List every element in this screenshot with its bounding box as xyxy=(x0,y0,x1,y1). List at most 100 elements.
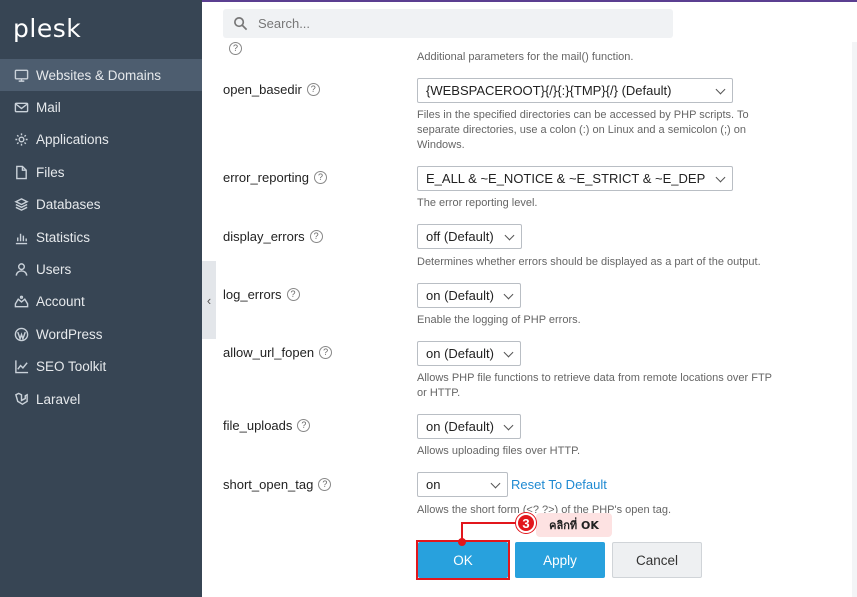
select-value: on xyxy=(426,477,441,492)
select-value: E_ALL & ~E_NOTICE & ~E_STRICT & ~E_DEPRE… xyxy=(426,171,706,186)
sidebar-item-label: Users xyxy=(36,262,72,278)
help-icon[interactable]: ? xyxy=(314,171,327,184)
sidebar-item-label: Files xyxy=(36,164,65,180)
sidebar-item-label: SEO Toolkit xyxy=(36,359,107,375)
log-errors-select[interactable]: on (Default) xyxy=(417,283,521,308)
display-errors-select[interactable]: off (Default) xyxy=(417,224,522,249)
envelope-icon xyxy=(13,100,29,116)
sidebar-item-label: WordPress xyxy=(36,326,103,342)
chevron-down-icon xyxy=(503,347,514,358)
chevron-down-icon xyxy=(503,289,514,300)
select-value: off (Default) xyxy=(426,229,494,244)
plesk-logo[interactable]: plesk xyxy=(13,14,81,43)
select-value: on (Default) xyxy=(426,346,494,361)
select-value: on (Default) xyxy=(426,419,494,434)
sidebar-nav: Websites & Domains Mail Applications Fil… xyxy=(0,59,202,415)
label-text: error_reporting xyxy=(223,170,309,185)
chevron-down-icon xyxy=(715,172,726,183)
select-value: {WEBSPACEROOT}{/}{:}{TMP}{/} (Default) xyxy=(426,83,672,98)
sidebar-item-account[interactable]: Account xyxy=(0,286,202,318)
sidebar-item-label: Statistics xyxy=(36,229,91,245)
reset-to-default-link[interactable]: Reset To Default xyxy=(511,477,607,492)
setting-label-file-uploads: file_uploads ? xyxy=(223,418,311,433)
annotation-connector xyxy=(461,522,518,524)
mail-params-description: Additional parameters for the mail() fun… xyxy=(417,51,634,63)
monitor-icon xyxy=(13,67,29,83)
scrollbar-track[interactable] xyxy=(852,42,857,597)
sidebar-item-wordpress[interactable]: WordPress xyxy=(0,318,202,350)
annotation-callout: คลิกที่ OK xyxy=(536,513,612,537)
sidebar-item-seo-toolkit[interactable]: SEO Toolkit xyxy=(0,351,202,383)
annotation-step-number: 3 xyxy=(516,513,536,533)
annotation-dot xyxy=(458,538,466,546)
search-input[interactable] xyxy=(258,16,658,31)
sidebar-item-mail[interactable]: Mail xyxy=(0,91,202,123)
setting-label-open-basedir: open_basedir ? xyxy=(223,82,320,97)
label-text: log_errors xyxy=(223,287,282,302)
error-reporting-description: The error reporting level. xyxy=(417,197,538,209)
sidebar-item-laravel[interactable]: Laravel xyxy=(0,383,202,415)
bar-chart-icon xyxy=(13,229,29,245)
setting-label-short-open-tag: short_open_tag ? xyxy=(223,477,332,492)
sidebar-item-label: Laravel xyxy=(36,391,81,407)
sidebar-collapse-handle[interactable]: ‹ xyxy=(202,261,216,339)
apply-button[interactable]: Apply xyxy=(515,542,605,578)
select-value: on (Default) xyxy=(426,288,494,303)
chevron-down-icon xyxy=(504,230,515,241)
ok-button-highlight xyxy=(416,540,510,580)
seo-chart-icon xyxy=(13,359,29,375)
account-icon xyxy=(13,294,29,310)
setting-label-error-reporting: error_reporting ? xyxy=(223,170,327,185)
label-text: file_uploads xyxy=(223,418,293,433)
sidebar-item-statistics[interactable]: Statistics xyxy=(0,221,202,253)
allow-url-fopen-select[interactable]: on (Default) xyxy=(417,341,521,366)
wordpress-icon xyxy=(13,326,29,342)
label-text: display_errors xyxy=(223,229,305,244)
label-text: allow_url_fopen xyxy=(223,345,315,360)
cancel-button[interactable]: Cancel xyxy=(612,542,702,578)
help-icon[interactable]: ? xyxy=(319,346,333,359)
sidebar-item-label: Applications xyxy=(36,132,109,148)
sidebar-item-databases[interactable]: Databases xyxy=(0,189,202,221)
error-reporting-select[interactable]: E_ALL & ~E_NOTICE & ~E_STRICT & ~E_DEPRE… xyxy=(417,166,733,191)
open-basedir-select[interactable]: {WEBSPACEROOT}{/}{:}{TMP}{/} (Default) xyxy=(417,78,733,103)
label-text: open_basedir xyxy=(223,82,302,97)
help-icon[interactable]: ? xyxy=(306,83,320,96)
sidebar-item-users[interactable]: Users xyxy=(0,253,202,285)
gear-icon xyxy=(13,132,29,148)
laravel-icon xyxy=(13,391,29,407)
file-uploads-description: Allows uploading files over HTTP. xyxy=(417,445,581,457)
display-errors-description: Determines whether errors should be disp… xyxy=(417,256,761,268)
help-icon[interactable]: ? xyxy=(229,42,242,55)
database-icon xyxy=(13,197,29,213)
sidebar-item-label: Account xyxy=(36,294,85,310)
label-text: short_open_tag xyxy=(223,477,314,492)
setting-label-log-errors: log_errors ? xyxy=(223,287,300,302)
short-open-tag-select[interactable]: on xyxy=(417,472,508,497)
folder-icon xyxy=(13,164,29,180)
chevron-left-icon: ‹ xyxy=(206,292,212,308)
help-icon[interactable]: ? xyxy=(286,288,300,301)
search-box[interactable] xyxy=(223,9,673,38)
search-icon xyxy=(234,17,248,31)
sidebar-item-label: Websites & Domains xyxy=(36,67,162,83)
user-icon xyxy=(13,262,29,278)
sidebar: plesk Websites & Domains Mail Applicatio… xyxy=(0,0,202,597)
setting-label-allow-url-fopen: allow_url_fopen ? xyxy=(223,345,333,360)
sidebar-item-label: Databases xyxy=(36,197,101,213)
file-uploads-select[interactable]: on (Default) xyxy=(417,414,521,439)
sidebar-item-files[interactable]: Files xyxy=(0,156,202,188)
sidebar-item-applications[interactable]: Applications xyxy=(0,124,202,156)
sidebar-item-label: Mail xyxy=(36,100,61,116)
open-basedir-description: Files in the specified directories can b… xyxy=(417,109,749,151)
help-icon[interactable]: ? xyxy=(318,478,332,491)
chevron-down-icon xyxy=(715,84,726,95)
help-icon[interactable]: ? xyxy=(297,419,311,432)
help-icon[interactable]: ? xyxy=(309,230,323,243)
allow-url-fopen-description: Allows PHP file functions to retrieve da… xyxy=(417,372,772,399)
setting-label-display-errors: display_errors ? xyxy=(223,229,323,244)
log-errors-description: Enable the logging of PHP errors. xyxy=(417,314,581,326)
sidebar-item-websites-domains[interactable]: Websites & Domains xyxy=(0,59,202,92)
chevron-down-icon xyxy=(503,420,514,431)
chevron-down-icon xyxy=(490,478,501,489)
